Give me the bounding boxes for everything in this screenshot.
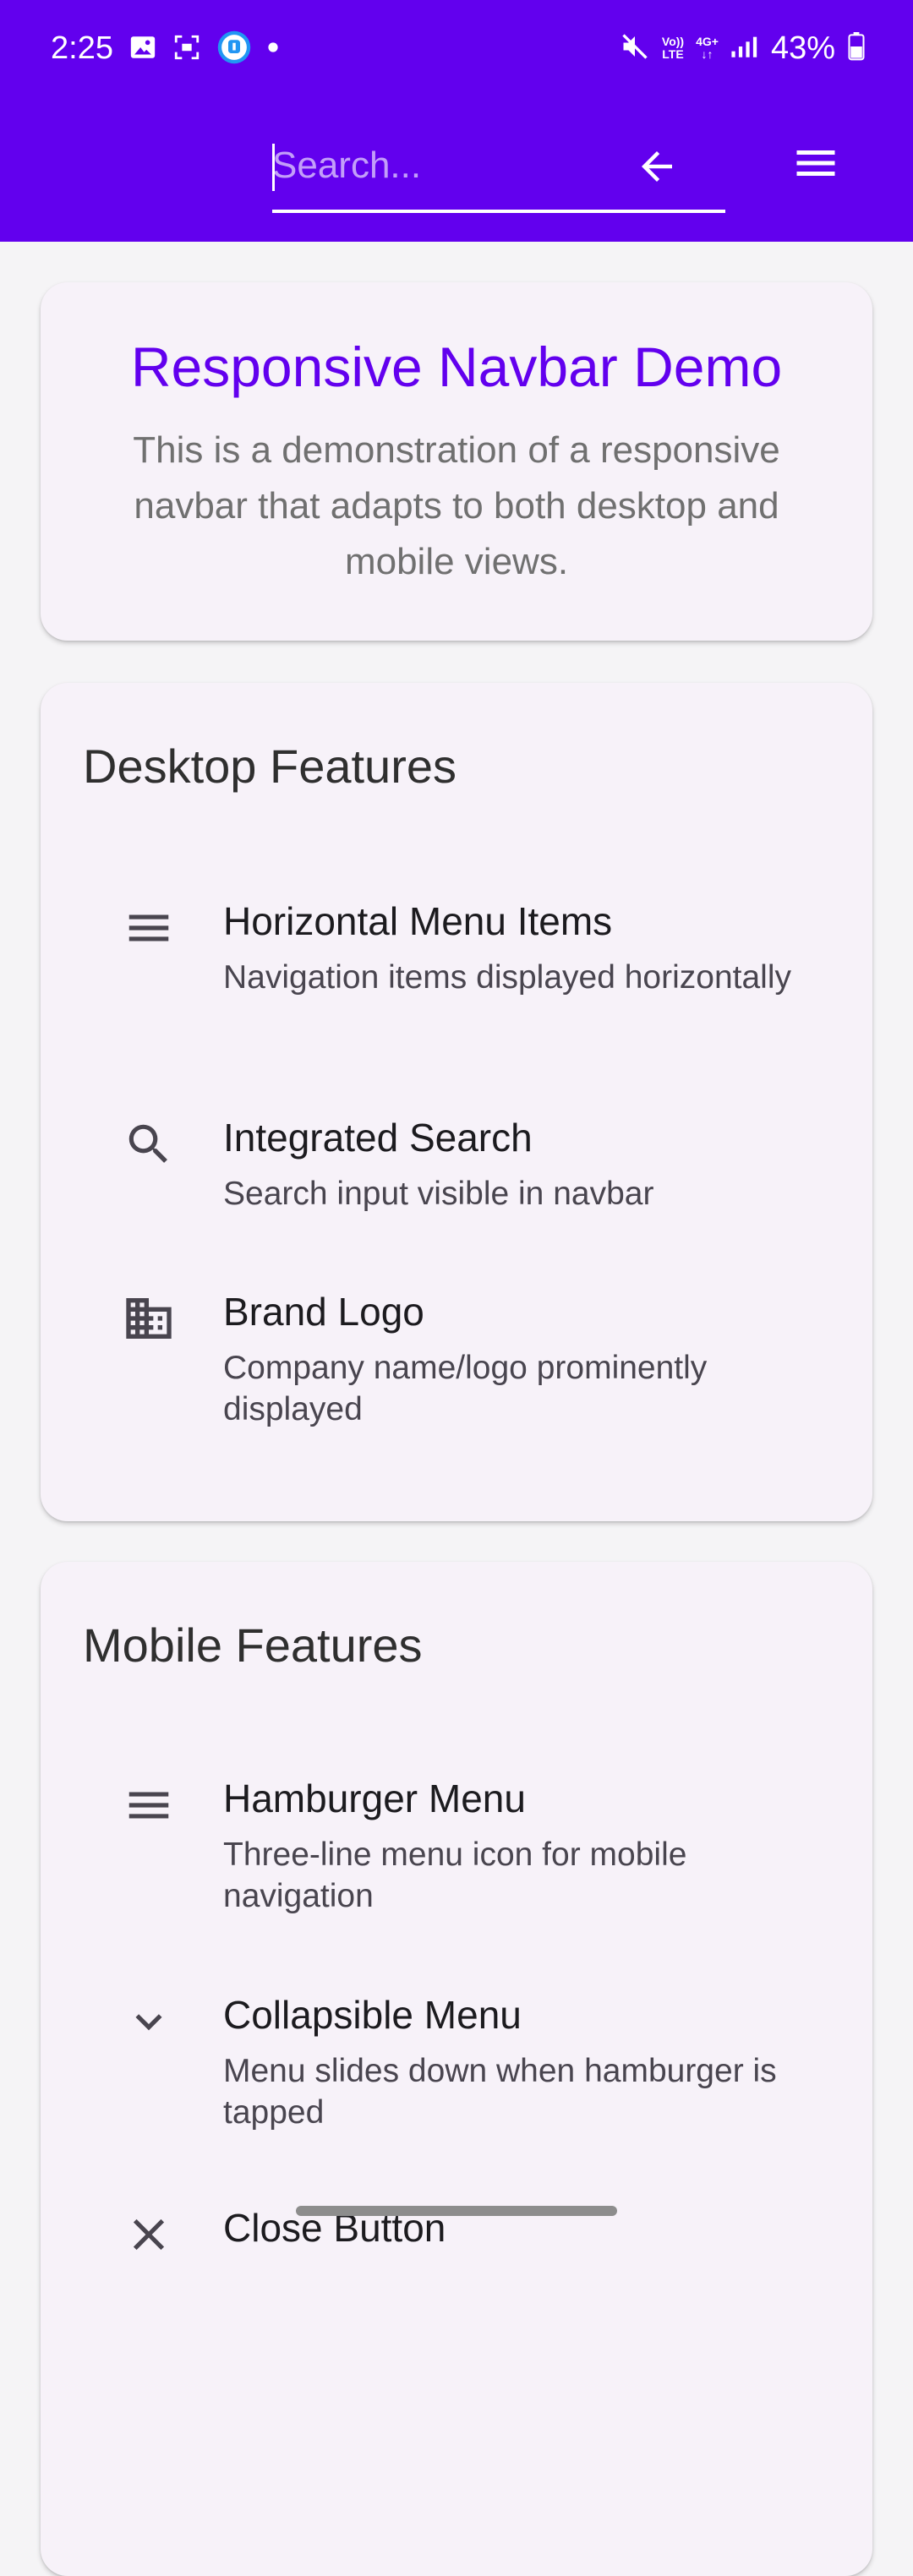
dot-icon — [267, 41, 279, 57]
arrow-back-icon — [634, 144, 680, 194]
status-notification-icons — [128, 30, 279, 68]
menu-icon — [122, 901, 176, 955]
status-time: 2:25 — [51, 30, 113, 66]
battery-icon — [847, 31, 866, 65]
gallery-icon — [128, 33, 157, 66]
intro-text: This is a demonstration of a responsive … — [133, 429, 780, 582]
search-field[interactable] — [272, 127, 725, 213]
desktop-features-card: Desktop Features Horizontal Menu Items N… — [41, 683, 872, 1521]
close-icon — [122, 2208, 176, 2262]
list-item-title: Brand Logo — [223, 1290, 424, 1334]
volte-icon: Vo)) LTE — [661, 35, 685, 61]
battery-percentage: 43% — [770, 30, 835, 66]
list-item-subtitle: Menu slides down when hamburger is tappe… — [223, 2053, 777, 2131]
menu-icon — [122, 1778, 176, 1832]
list-item-title: Collapsible Menu — [223, 1993, 522, 2037]
app-notification-icon — [216, 30, 252, 69]
list-item-title: Integrated Search — [223, 1116, 533, 1160]
intro-card: Responsive Navbar Demo This is a demonst… — [41, 282, 872, 641]
list-item-title: Horizontal Menu Items — [223, 899, 613, 943]
status-bar: 2:25 Vo)) LTE 4G+ ↓↑ 43% — [0, 0, 913, 98]
section-title: Mobile Features — [83, 1618, 423, 1672]
hamburger-menu-button[interactable] — [778, 127, 854, 203]
screenshot-icon — [172, 33, 201, 66]
business-icon — [122, 1291, 176, 1345]
section-title: Desktop Features — [83, 740, 456, 793]
list-item-subtitle: Company name/logo prominently displayed — [223, 1350, 708, 1427]
menu-icon — [790, 138, 841, 193]
intro-title: Responsive Navbar Demo — [130, 336, 783, 398]
list-item-title: Hamburger Menu — [223, 1776, 526, 1820]
chevron-down-icon — [122, 1995, 176, 2049]
list-item-subtitle: Navigation items displayed horizontally — [223, 959, 792, 996]
back-button[interactable] — [627, 139, 686, 198]
4g-plus-icon: 4G+ ↓↑ — [696, 35, 719, 61]
search-input[interactable] — [272, 134, 610, 198]
text-cursor — [272, 144, 275, 191]
gesture-nav-bar[interactable] — [296, 2206, 617, 2216]
status-system-icons: Vo)) LTE 4G+ ↓↑ 43% — [620, 27, 866, 69]
signal-icon — [730, 34, 759, 63]
search-icon — [122, 1117, 176, 1171]
mute-icon — [620, 31, 650, 66]
app-bar: 2:25 Vo)) LTE 4G+ ↓↑ 43% Search... — [0, 0, 913, 242]
list-item-subtitle: Three-line menu icon for mobile navigati… — [223, 1836, 687, 1914]
mobile-features-card: Mobile Features Hamburger Menu Three-lin… — [41, 1562, 872, 2576]
list-item-subtitle: Search input visible in navbar — [223, 1176, 654, 1212]
